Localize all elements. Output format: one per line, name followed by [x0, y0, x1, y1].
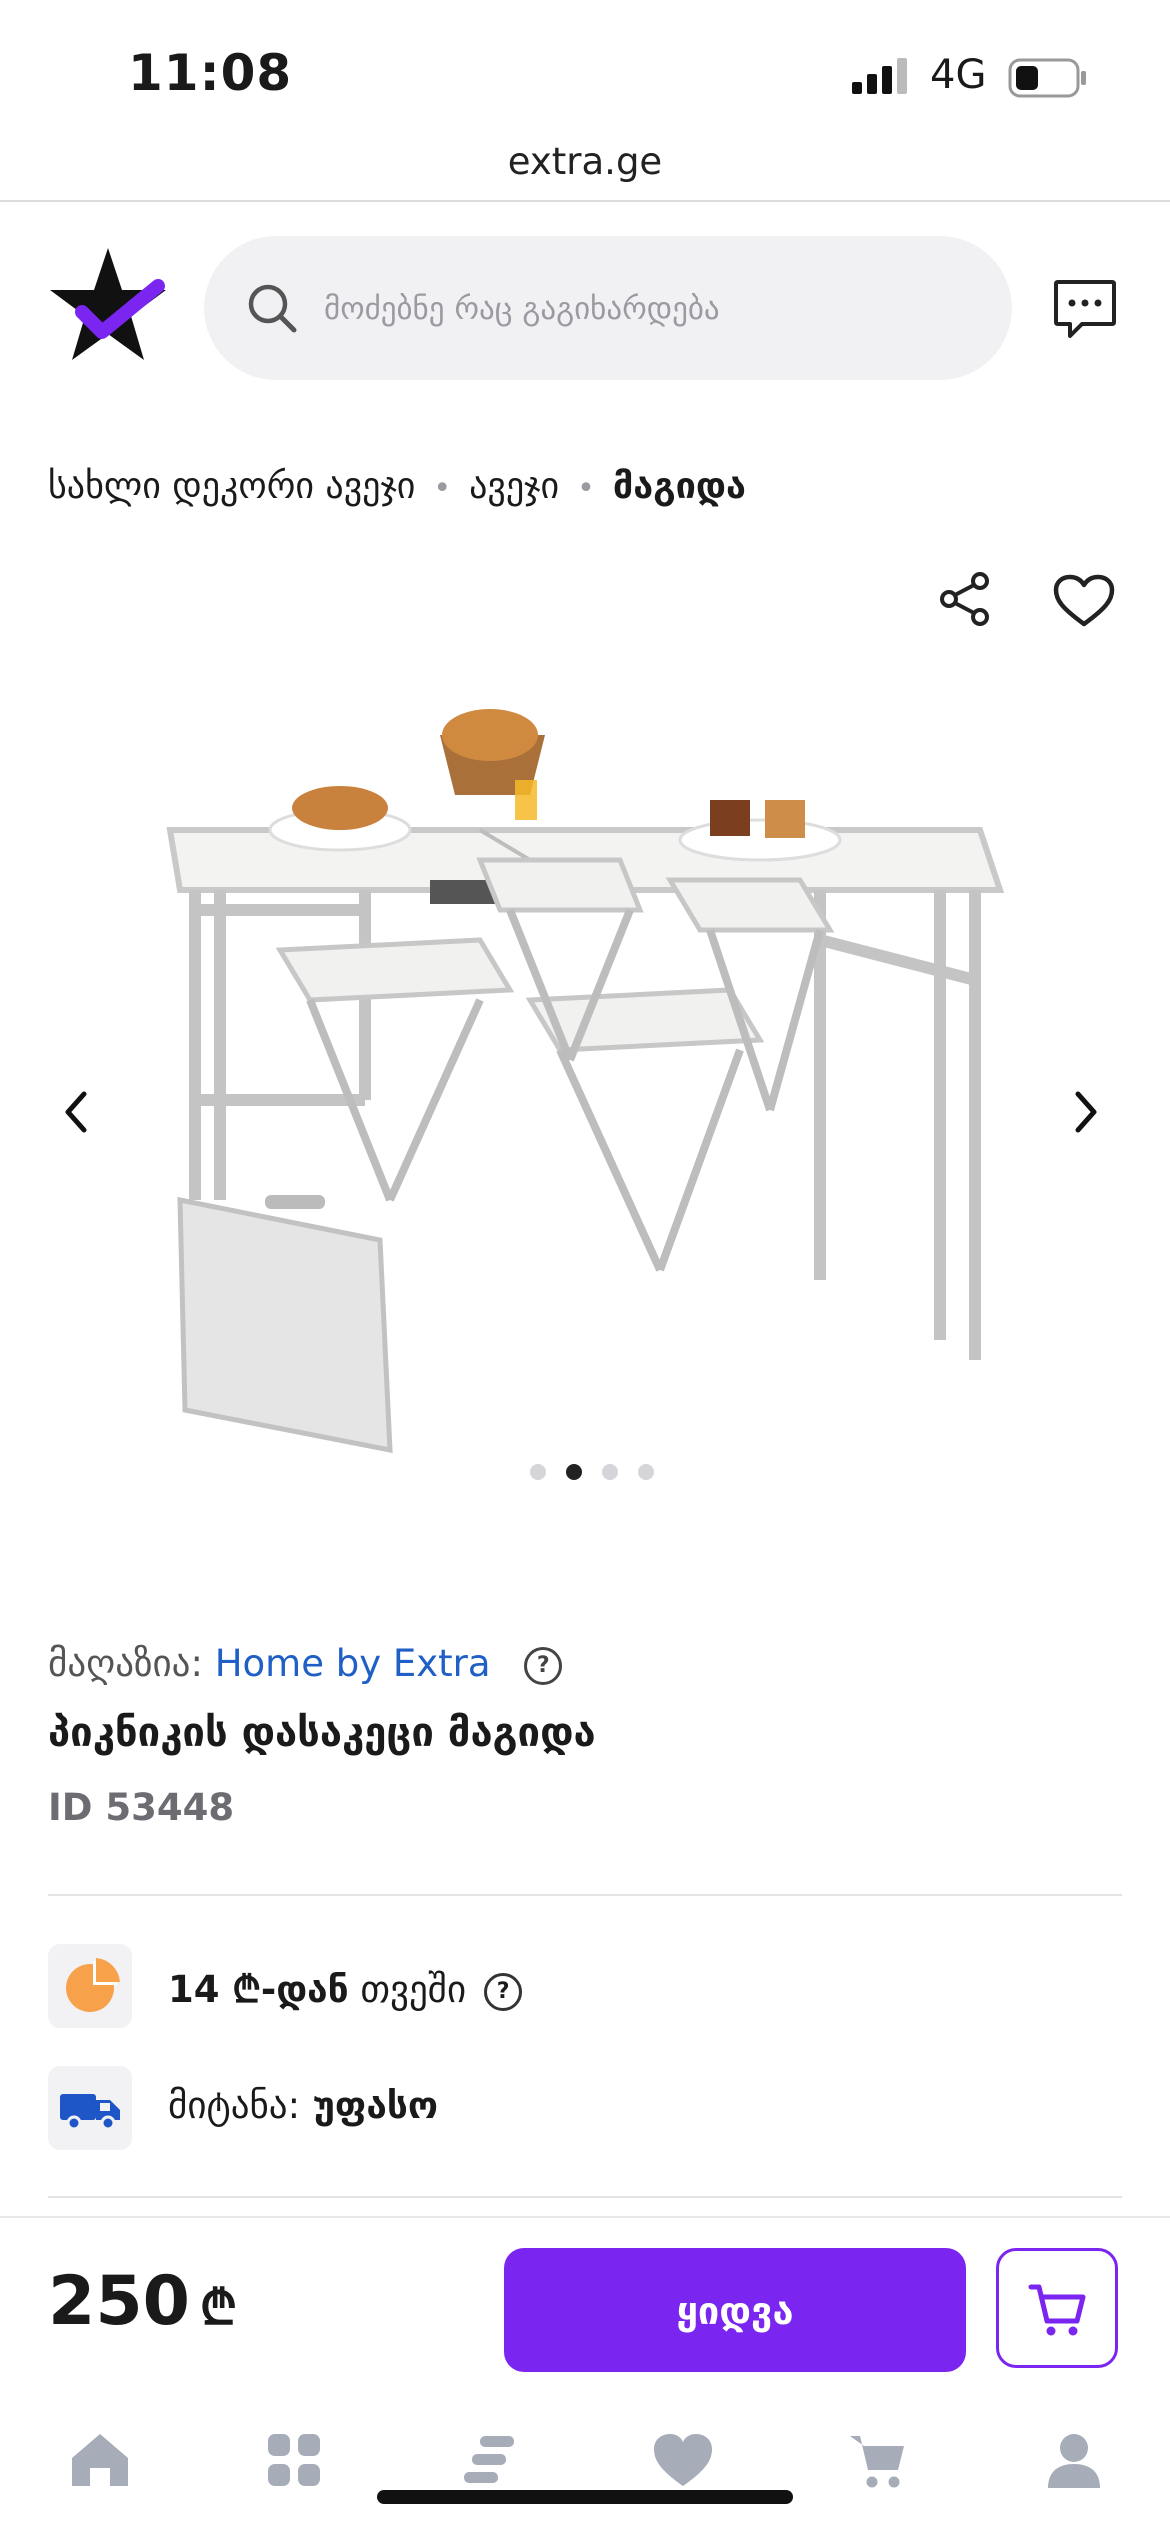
status-time: 11:08 [128, 44, 293, 102]
home-icon[interactable] [68, 2430, 132, 2490]
network-type: 4G [930, 52, 987, 98]
bottom-bar-border [0, 2216, 1170, 2218]
divider [48, 1894, 1122, 1896]
share-icon[interactable] [936, 570, 994, 628]
cart-icon [1028, 2284, 1086, 2336]
gallery-dot[interactable] [566, 1464, 582, 1480]
url-text: extra.ge [507, 140, 663, 183]
gallery-next-icon[interactable] [1072, 1090, 1100, 1134]
gallery-pagination [520, 1464, 664, 1484]
installment-info: 14 ₾-დან თვეში? [168, 1962, 523, 2013]
favorite-heart-icon[interactable] [1052, 574, 1116, 628]
extra-logo[interactable] [46, 246, 170, 370]
breadcrumb-item-furniture[interactable]: ავეჯი [469, 466, 559, 507]
catalog-icon[interactable] [460, 2430, 520, 2490]
breadcrumb-item-home-decor-furniture[interactable]: სახლი დეკორი ავეჯი [48, 466, 415, 507]
delivery-icon-tile [48, 2066, 132, 2150]
price-value: 250 [48, 2262, 190, 2341]
breadcrumb-separator: • [433, 471, 452, 506]
breadcrumb-separator: • [577, 471, 595, 506]
search-input[interactable] [322, 276, 976, 342]
product-title: პიკნიკის დასაკეცი მაგიდა [48, 1710, 596, 1756]
store-help-icon[interactable]: ? [524, 1646, 563, 1685]
installment-amount: 14 ₾-დან [168, 1968, 349, 2011]
browser-url-bar[interactable]: extra.ge [0, 128, 1170, 202]
gallery-dot[interactable] [530, 1464, 546, 1480]
product-image-picnic-table[interactable] [150, 680, 1020, 1480]
store-label: მაღაზია: [48, 1642, 203, 1685]
delivery-info: მიტანა: უფასო [168, 2084, 438, 2127]
chat-icon[interactable] [1052, 278, 1118, 340]
breadcrumb-item-table: მაგიდა [612, 466, 746, 507]
buy-button[interactable]: ყიდვა [504, 2248, 966, 2372]
store-line: მაღაზია: Home by Extra ? [48, 1642, 563, 1685]
store-link[interactable]: Home by Extra [215, 1642, 491, 1685]
breadcrumb: სახლი დეკორი ავეჯი • ავეჯი • მაგიდა [48, 466, 746, 507]
search-icon [248, 284, 297, 333]
favorites-icon[interactable] [650, 2430, 716, 2490]
truck-icon [60, 2094, 120, 2131]
gallery-prev-icon[interactable] [62, 1090, 90, 1134]
battery-icon [1008, 58, 1086, 98]
divider [48, 2196, 1122, 2198]
installment-help-icon[interactable]: ? [484, 1972, 523, 2011]
product-id: ID 53448 [48, 1786, 235, 1829]
pie-chart-icon [66, 1958, 120, 2012]
price-currency: ₾ [199, 2280, 237, 2336]
price: 250 ₾ [48, 2262, 237, 2341]
home-indicator [377, 2490, 793, 2504]
signal-icon [852, 58, 907, 94]
categories-icon[interactable] [264, 2430, 324, 2490]
installment-icon-tile [48, 1944, 132, 2028]
profile-icon[interactable] [1044, 2430, 1104, 2490]
installment-period: თვეში [348, 1968, 467, 2011]
delivery-label: მიტანა: [168, 2084, 301, 2127]
gallery-dot[interactable] [602, 1464, 618, 1480]
gallery-dot[interactable] [638, 1464, 654, 1480]
add-to-cart-button[interactable] [996, 2248, 1118, 2368]
delivery-value: უფასო [300, 2084, 439, 2127]
search-bar[interactable] [204, 236, 1012, 380]
cart-tab-icon[interactable] [846, 2430, 910, 2490]
